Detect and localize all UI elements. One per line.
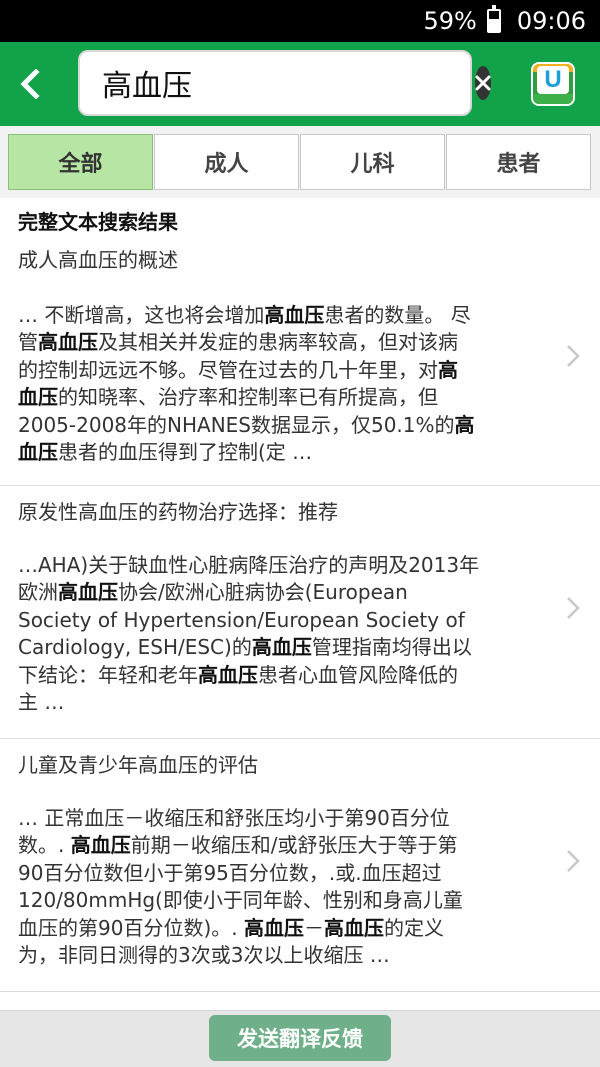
app-header: U — [0, 42, 600, 126]
snippet-text: 的知晓率、治疗率和控制率已有所提高，但 — [58, 385, 438, 410]
snippet-text: 血压的第90百分位数)。. — [18, 915, 244, 940]
snippet-text: 120/80mmHg(即使小于同年龄、性别和身高儿童 — [18, 888, 463, 913]
highlight-term: 高血压 — [323, 915, 384, 940]
snippet-line: … 不断增高，这也将会增加高血压患者的数量。 尽 — [18, 302, 538, 329]
snippet-text: 90百分位数但小于第95百分位数，.或.血压超过 — [18, 860, 442, 885]
snippet-text: 数。. — [18, 833, 71, 858]
snippet-text: 患者心血管风险降低的 — [258, 662, 458, 687]
snippet-text: … 正常血压－收缩压和舒张压均小于第90百分位 — [18, 806, 450, 830]
snippet-text: 为，非同日测得的3次或3次以上收缩压 … — [18, 943, 390, 968]
chevron-right-icon — [567, 597, 580, 619]
snippet-text: 的定义 — [383, 915, 444, 940]
snippet-text: － — [303, 915, 324, 940]
status-bar: 59% 09:06 — [0, 0, 600, 42]
snippet-text: 2005-2008年的NHANES数据显示，仅50.1%的 — [18, 412, 455, 437]
snippet-line: 120/80mmHg(即使小于同年龄、性别和身高儿童 — [18, 887, 538, 914]
snippet-text: 的控制却远远不够。尽管在过去的几十年里，对 — [18, 357, 438, 382]
clear-search-button[interactable] — [475, 66, 491, 100]
bottom-bar: 发送翻译反馈 — [0, 1010, 600, 1067]
snippet-line: Society of Hypertension/European Society… — [18, 607, 538, 634]
battery-icon — [486, 5, 501, 33]
snippet-text: 患者的血压得到了控制(定 … — [58, 440, 313, 465]
chevron-right-icon — [567, 850, 580, 872]
highlight-term: 高血压 — [243, 915, 304, 940]
search-result[interactable]: 成人高血压的概述 … 不断增高，这也将会增加高血压患者的数量。 尽管高血压及其相… — [0, 244, 600, 486]
send-translation-feedback-button[interactable]: 发送翻译反馈 — [209, 1015, 391, 1061]
highlight-term: 血压 — [18, 440, 58, 465]
highlight-term: 高血压 — [198, 662, 258, 687]
tab-pediatrics[interactable]: 儿科 — [300, 134, 445, 190]
snippet-text: Cardiology, ESH/ESC)的 — [18, 635, 252, 660]
snippet-line: 下结论：年轻和老年高血压患者心血管风险降低的 — [18, 662, 538, 689]
tab-adult[interactable]: 成人 — [154, 134, 299, 190]
result-title: 成人高血压的概述 — [18, 248, 178, 272]
result-snippet: …AHA)关于缺血性心脏病降压治疗的声明及2013年 欧洲高血压协会/欧洲心脏病协… — [18, 552, 538, 716]
result-snippet: … 正常血压－收缩压和舒张压均小于第90百分位 数。. 高血压前期－收缩压和/或舒… — [18, 805, 538, 969]
snippet-text: 管 — [18, 330, 38, 355]
result-snippet: … 不断增高，这也将会增加高血压患者的数量。 尽管高血压及其相关并发症的患病率较… — [18, 302, 538, 466]
battery-percent: 59% — [423, 7, 477, 35]
snippet-text: 下结论：年轻和老年 — [18, 662, 198, 687]
highlight-term: 高 — [438, 357, 458, 382]
clock: 09:06 — [516, 7, 586, 35]
snippet-text: … 不断增高，这也将会增加 — [18, 303, 265, 327]
snippet-text: Society of Hypertension/European Society… — [18, 607, 465, 632]
search-box[interactable] — [78, 50, 491, 116]
snippet-text: 及其相关并发症的患病率较高，但对该病 — [98, 330, 458, 355]
back-button[interactable] — [0, 42, 60, 126]
snippet-text: 欧洲 — [18, 580, 58, 605]
snippet-line: 主 … — [18, 689, 538, 716]
snippet-line: 的控制却远远不够。尽管在过去的几十年里，对高 — [18, 357, 538, 384]
highlight-term: 高血压 — [38, 330, 98, 355]
snippet-text: 前期－收缩压和/或舒张压大于等于第 — [130, 833, 458, 858]
result-title: 儿童及青少年高血压的评估 — [18, 753, 258, 777]
search-result[interactable]: 原发性高血压的药物治疗选择：推荐 …AHA)关于缺血性心脏病降压治疗的声明及20… — [0, 486, 600, 739]
tab-all[interactable]: 全部 — [8, 134, 153, 190]
snippet-line: 管高血压及其相关并发症的患病率较高，但对该病 — [18, 329, 538, 356]
snippet-text: 患者的数量。 尽 — [324, 303, 471, 327]
result-title: 原发性高血压的药物治疗选择：推荐 — [18, 500, 338, 524]
app-logo-icon[interactable]: U — [531, 62, 575, 106]
search-result[interactable]: 儿童及青少年高血压的评估 … 正常血压－收缩压和舒张压均小于第90百分位 数。. … — [0, 739, 600, 992]
snippet-line: …AHA)关于缺血性心脏病降压治疗的声明及2013年 — [18, 552, 538, 579]
snippet-line: 2005-2008年的NHANES数据显示，仅50.1%的高 — [18, 412, 538, 439]
battery-fill — [488, 19, 499, 31]
clear-icon — [475, 75, 491, 91]
snippet-line: 血压的第90百分位数)。. 高血压－高血压的定义 — [18, 915, 538, 942]
tab-patient[interactable]: 患者 — [446, 134, 591, 190]
snippet-line: 数。. 高血压前期－收缩压和/或舒张压大于等于第 — [18, 832, 538, 859]
snippet-line: … 正常血压－收缩压和舒张压均小于第90百分位 — [18, 805, 538, 832]
snippet-line: 90百分位数但小于第95百分位数，.或.血压超过 — [18, 860, 538, 887]
snippet-line: Cardiology, ESH/ESC)的高血压管理指南均得出以 — [18, 634, 538, 661]
chevron-right-icon — [567, 345, 580, 367]
highlight-term: 血压 — [18, 385, 58, 410]
highlight-term: 高 — [454, 412, 475, 437]
highlight-term: 高血压 — [251, 635, 312, 660]
snippet-line: 血压的知晓率、治疗率和控制率已有所提高，但 — [18, 384, 538, 411]
highlight-term: 高血压 — [58, 580, 118, 605]
back-arrow-icon — [20, 69, 40, 99]
section-title: 完整文本搜索结果 — [18, 210, 178, 234]
filter-tabs: 全部 成人 儿科 患者 — [0, 126, 600, 198]
snippet-line: 欧洲高血压协会/欧洲心脏病协会(European — [18, 579, 538, 606]
highlight-term: 高血压 — [70, 833, 131, 858]
snippet-text: 管理指南均得出以 — [311, 635, 472, 660]
highlight-term: 高血压 — [264, 303, 325, 327]
search-input[interactable] — [102, 65, 475, 101]
snippet-line: 为，非同日测得的3次或3次以上收缩压 … — [18, 942, 538, 969]
snippet-text: 协会/欧洲心脏病协会(European — [118, 580, 408, 605]
snippet-text: 主 … — [18, 690, 65, 715]
snippet-line: 血压患者的血压得到了控制(定 … — [18, 439, 538, 466]
snippet-text: …AHA)关于缺血性心脏病降压治疗的声明及2013年 — [18, 553, 480, 577]
